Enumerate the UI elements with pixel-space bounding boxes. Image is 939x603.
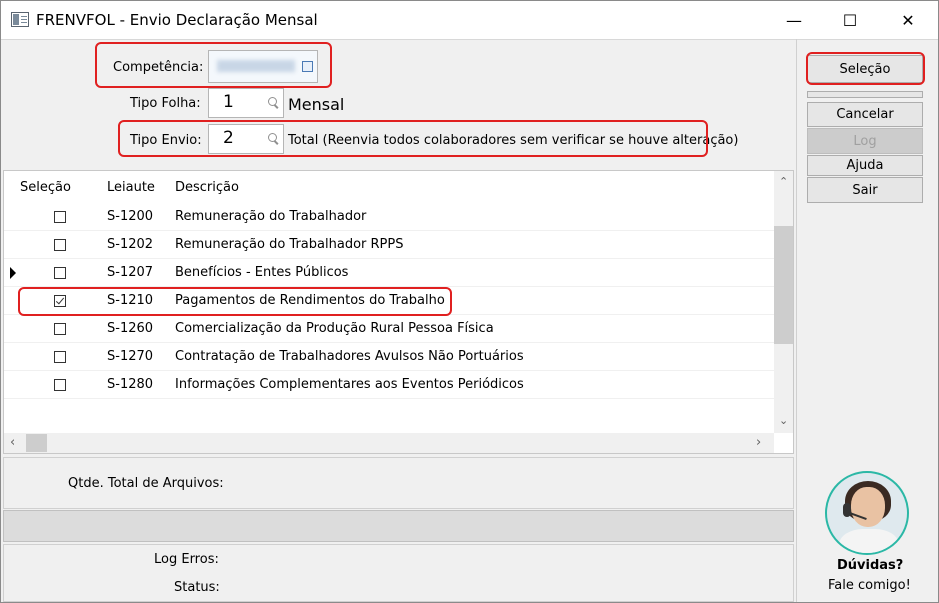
scroll-up-icon[interactable]: ⌃ (779, 175, 788, 188)
row-descricao: Contratação de Trabalhadores Avulsos Não… (175, 349, 524, 364)
maximize-button[interactable]: ☐ (827, 1, 873, 39)
table-row[interactable]: S-1200 Remuneração do Trabalhador (4, 203, 774, 231)
row-checkbox[interactable] (54, 379, 66, 391)
vertical-scroll-thumb[interactable] (774, 226, 793, 344)
blank-button[interactable] (807, 91, 923, 98)
window-title: FRENVFOL - Envio Declaração Mensal (36, 11, 318, 29)
tipo-envio-search-icon[interactable] (263, 125, 285, 152)
log-erros-label: Log Erros: (154, 552, 219, 567)
row-checkbox[interactable] (54, 239, 66, 251)
column-header-selecao[interactable]: Seleção (20, 180, 71, 195)
qtde-total-label: Qtde. Total de Arquivos: (68, 476, 224, 491)
tipo-folha-search-icon[interactable] (263, 89, 285, 116)
tipo-folha-input[interactable]: 1 (208, 88, 284, 118)
help-avatar[interactable] (825, 471, 909, 555)
cancelar-button-label: Cancelar (836, 107, 894, 122)
row-leiaute: S-1210 (107, 293, 154, 308)
row-leiaute: S-1202 (107, 237, 154, 252)
horizontal-scrollbar[interactable]: ‹ › (4, 433, 774, 453)
selecao-button[interactable]: Seleção (807, 55, 923, 83)
row-checkbox[interactable] (54, 323, 66, 335)
blurred-value (217, 60, 295, 72)
calendar-icon[interactable] (302, 61, 313, 72)
grid-header: Seleção Leiaute Descrição (4, 171, 774, 203)
row-descricao: Remuneração do Trabalhador RPPS (175, 237, 404, 252)
tipo-folha-label: Tipo Folha: (130, 96, 201, 111)
right-panel-divider (796, 39, 797, 602)
table-row[interactable]: S-1260 Comercialização da Produção Rural… (4, 315, 774, 343)
log-button-label: Log (853, 133, 877, 149)
column-header-descricao[interactable]: Descrição (175, 180, 239, 195)
status-label: Status: (174, 580, 220, 595)
headset-icon (843, 503, 851, 517)
row-leiaute: S-1270 (107, 349, 154, 364)
table-row[interactable]: S-1210 Pagamentos de Rendimentos do Trab… (4, 287, 774, 315)
main-window: FRENVFOL - Envio Declaração Mensal — ☐ ✕… (0, 0, 939, 603)
table-row[interactable]: S-1207 Benefícios - Entes Públicos (4, 259, 774, 287)
scroll-down-icon[interactable]: ⌄ (779, 414, 788, 427)
layout-grid[interactable]: Seleção Leiaute Descrição S-1200 Remuner… (3, 170, 794, 454)
cancelar-button[interactable]: Cancelar (807, 102, 923, 127)
avatar-face (851, 487, 885, 527)
app-icon (11, 12, 29, 27)
summary-panel: Qtde. Total de Arquivos: (3, 457, 794, 509)
row-checkbox[interactable] (54, 211, 66, 223)
avatar-body (839, 529, 899, 553)
ajuda-button-label: Ajuda (846, 158, 884, 173)
tipo-envio-value: 2 (223, 128, 234, 148)
current-row-pointer-icon (10, 267, 16, 279)
row-checkbox[interactable] (54, 351, 66, 363)
table-row[interactable]: S-1202 Remuneração do Trabalhador RPPS (4, 231, 774, 259)
row-checkbox-checked[interactable] (54, 295, 66, 307)
row-descricao: Remuneração do Trabalhador (175, 209, 367, 224)
scroll-left-icon[interactable]: ‹ (10, 435, 15, 450)
log-button[interactable]: Log (807, 128, 923, 154)
sair-button-label: Sair (852, 182, 878, 198)
row-leiaute: S-1200 (107, 209, 154, 224)
row-descricao: Benefícios - Entes Públicos (175, 265, 349, 280)
title-bar: FRENVFOL - Envio Declaração Mensal — ☐ ✕ (1, 1, 938, 39)
horizontal-scroll-thumb[interactable] (26, 434, 47, 452)
tipo-envio-label: Tipo Envio: (130, 133, 202, 148)
progress-bar (3, 510, 794, 542)
help-subtitle[interactable]: Fale comigo! (828, 578, 911, 593)
row-descricao: Pagamentos de Rendimentos do Trabalho (175, 293, 445, 308)
tipo-folha-description: Mensal (288, 95, 345, 114)
competencia-input[interactable] (208, 50, 318, 83)
help-question[interactable]: Dúvidas? (837, 558, 903, 573)
row-descricao: Informações Complementares aos Eventos P… (175, 377, 524, 392)
row-descricao: Comercialização da Produção Rural Pessoa… (175, 321, 494, 336)
table-row[interactable]: S-1270 Contratação de Trabalhadores Avul… (4, 343, 774, 371)
ajuda-button[interactable]: Ajuda (807, 155, 923, 176)
table-row[interactable]: S-1280 Informações Complementares aos Ev… (4, 371, 774, 399)
tipo-folha-value: 1 (223, 92, 234, 112)
row-leiaute: S-1207 (107, 265, 154, 280)
tipo-envio-description: Total (Reenvia todos colaboradores sem v… (288, 133, 739, 148)
competencia-label: Competência: (113, 60, 204, 75)
sair-button[interactable]: Sair (807, 177, 923, 203)
title-divider (1, 39, 938, 40)
tipo-envio-input[interactable]: 2 (208, 124, 284, 154)
status-panel: Log Erros: Status: (3, 544, 794, 602)
column-header-leiaute[interactable]: Leiaute (107, 180, 155, 195)
row-checkbox[interactable] (54, 267, 66, 279)
minimize-button[interactable]: — (771, 1, 817, 39)
close-button[interactable]: ✕ (885, 1, 931, 39)
scroll-right-icon[interactable]: › (756, 435, 761, 450)
row-leiaute: S-1260 (107, 321, 154, 336)
vertical-scrollbar[interactable]: ⌃ ⌄ (774, 171, 793, 433)
row-leiaute: S-1280 (107, 377, 154, 392)
selecao-button-label: Seleção (839, 61, 891, 77)
